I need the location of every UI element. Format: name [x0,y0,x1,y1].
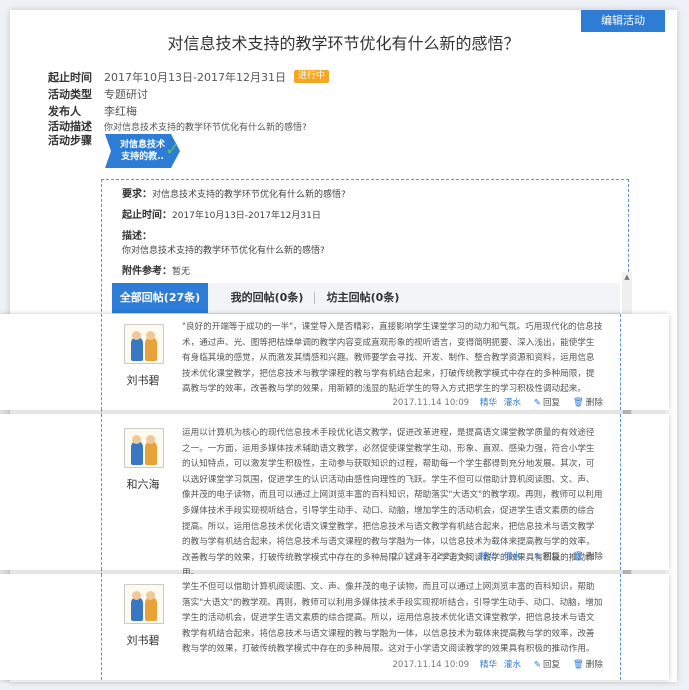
step-detail-info: 要求：对信息技术支持的教学环节优化有什么新的感悟? 起止时间：2017年10月1… [122,188,346,279]
trash-icon: 🗑 [572,660,584,670]
reply-item: 和六海 运用以计算机为核心的现代信息技术手段优化语文教学，促进改革进程，是提高语… [0,414,669,578]
requirement-value: 对信息技术支持的教学环节优化有什么新的感悟? [152,190,346,200]
avatar-female-figure [145,337,157,361]
reply-item: 刘书碧 学生不但可以借助计算机阅读图、文、声、像并茂的电子读物，而且可以通过上网… [0,574,669,680]
reply-meta: 2017.11.14 10:09 精华 灌水 ✎ 回复 🗑 删除 [182,396,603,408]
avatar-male-figure [131,597,143,621]
reply-tabs: 全部回帖(27条) 我的回帖(0条) 坊主回帖(0条) [112,283,620,314]
detail-desc-label: 描述： [122,231,152,242]
avatar-male-figure [131,337,143,361]
avatar[interactable] [124,324,164,364]
delete-button[interactable]: 🗑 删除 [573,660,603,670]
delete-button-label: 删除 [585,552,603,562]
steps-label: 活动步骤 [48,134,92,147]
avatar-male-head [132,331,141,340]
delete-button[interactable]: 🗑 删除 [573,552,603,562]
mark-featured-link[interactable]: 精华 [480,552,497,562]
page-title: 对信息技术支持的教学环节优化有什么新的感悟？ [167,34,520,53]
tab-divider [314,292,315,304]
time-label: 起止时间 [48,70,92,84]
tab-host-replies[interactable]: 坊主回帖(0条) [318,283,408,313]
publisher-label: 发布人 [48,104,81,118]
reply-button-label: 回复 [542,660,561,670]
tab-all-replies[interactable]: 全部回帖(27条) [112,283,208,313]
mark-water-link[interactable]: 灌水 [504,552,521,562]
type-label: 活动类型 [48,87,92,101]
detail-desc-value: 你对信息技术支持的教学环节优化有什么新的感悟? [122,246,325,256]
reply-button-label: 回复 [542,552,561,562]
trash-icon: 🗑 [572,398,584,408]
detail-time-label: 起止时间： [122,210,172,221]
desc-value: 你对信息技术支持的教学环节优化有什么新的感悟? [104,122,307,133]
delete-button-label: 删除 [585,660,603,670]
trash-icon: 🗑 [572,552,584,562]
mark-water-link[interactable]: 灌水 [504,660,521,670]
step-1[interactable]: 对信息技术 支持的教.. ✓ [105,134,195,168]
reply-text: "良好的开端等于成功的一半"，课堂导入是否精彩，直接影响学生课堂学习的动力和气氛… [182,322,603,395]
status-badge: 进行中 [293,70,329,83]
avatar-male-figure [131,441,143,465]
avatar-female-figure [145,597,157,621]
avatar-male-head [132,591,141,600]
attachment-value: 暂无 [172,267,191,277]
reply-meta: 2017.11.22 21:34 精华 灌水 ✎ 回复 🗑 删除 [182,550,603,562]
avatar-female-head [146,591,155,600]
reply-user-name[interactable]: 刘书碧 [118,372,168,388]
detail-time-value: 2017年10月13日-2017年12月31日 [172,211,321,221]
edit-activity-button[interactable]: 编辑活动 [581,10,665,32]
edit-icon: ✎ [533,398,541,408]
reply-time: 2017.11.14 10:09 [392,660,470,670]
reply-text: 学生不但可以借助计算机阅读图、文、声、像并茂的电子读物，而且可以通过上网浏览丰富… [182,582,603,655]
mark-water-link[interactable]: 灌水 [504,398,521,408]
avatar[interactable] [124,584,164,624]
reply-meta: 2017.11.14 10:09 精华 灌水 ✎ 回复 🗑 删除 [182,658,603,670]
avatar-female-head [146,331,155,340]
attachment-label: 附件参考： [122,266,172,277]
delete-button-label: 删除 [585,398,603,408]
reply-time: 2017.11.22 21:34 [392,552,470,562]
tab-my-replies[interactable]: 我的回帖(0条) [222,283,312,313]
avatar[interactable] [124,428,164,468]
reply-button-label: 回复 [542,398,561,408]
edit-icon: ✎ [533,660,541,670]
check-icon: ✓ [165,139,181,160]
publisher-value: 李红梅 [104,104,137,118]
avatar-male-head [132,435,141,444]
reply-button[interactable]: ✎ 回复 [534,398,560,408]
avatar-female-head [146,435,155,444]
reply-user-name[interactable]: 和六海 [118,476,168,492]
reply-time: 2017.11.14 10:09 [392,398,470,408]
edit-icon: ✎ [533,552,541,562]
avatar-female-figure [145,441,157,465]
mark-featured-link[interactable]: 精华 [480,398,497,408]
mark-featured-link[interactable]: 精华 [480,660,497,670]
reply-button[interactable]: ✎ 回复 [534,660,560,670]
scroll-up-arrow-icon[interactable]: ▲ [622,272,632,282]
type-value: 专题研讨 [104,87,148,101]
delete-button[interactable]: 🗑 删除 [573,398,603,408]
reply-user-name[interactable]: 刘书碧 [118,632,168,648]
reply-item: 刘书碧 "良好的开端等于成功的一半"，课堂导入是否精彩，直接影响学生课堂学习的动… [0,314,669,410]
time-value: 2017年10月13日-2017年12月31日 [104,70,286,84]
requirement-label: 要求： [122,189,152,200]
reply-button[interactable]: ✎ 回复 [534,552,560,562]
